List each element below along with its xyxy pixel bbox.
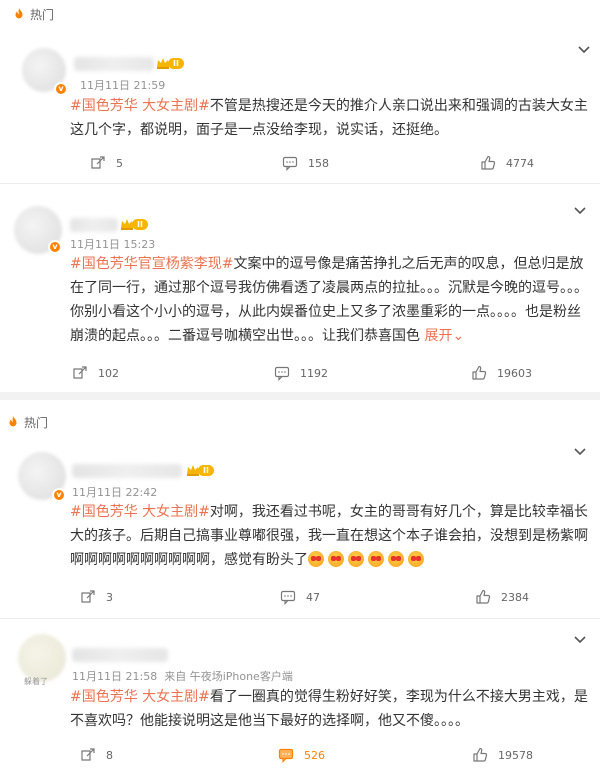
hot-header-label: 热门 [30, 7, 55, 22]
crown-icon: II [186, 463, 218, 477]
avatar-caption: 躲着了 [24, 677, 48, 686]
action-bar: 5 158 4774 [0, 153, 600, 173]
repost-count: 8 [106, 748, 113, 762]
hot-header-label: 热门 [24, 415, 49, 430]
divider [0, 183, 600, 184]
comment-icon [278, 747, 294, 763]
like-icon [472, 747, 488, 763]
heart-eyes-emoji [408, 551, 424, 567]
topic-tag[interactable]: #国色芳华官宣杨紫李现# [70, 256, 233, 272]
client-source: 来自 午夜场iPhone客户端 [164, 670, 293, 683]
heart-eyes-emoji [368, 551, 384, 567]
like-button[interactable]: 2384 [475, 587, 529, 607]
comment-text: #国色芳华 大女主剧#看了一圈真的觉得生粉好好笑，李现为什么不接大男主戏，是不喜… [70, 685, 590, 733]
level-badge: II [132, 218, 148, 230]
level-badge: II [198, 464, 214, 476]
like-icon [480, 155, 496, 171]
username[interactable] [70, 218, 118, 232]
heart-eyes-emoji [328, 551, 344, 567]
timestamp: 11月11日 22:42 [72, 486, 158, 499]
topic-tag[interactable]: #国色芳华 大女主剧# [70, 689, 210, 705]
chevron-down-icon[interactable] [577, 42, 591, 56]
flame-icon [6, 415, 20, 429]
repost-count: 5 [116, 156, 123, 170]
comment-count: 1192 [300, 366, 328, 380]
comment-icon [282, 155, 298, 171]
comment-icon [274, 365, 290, 381]
repost-icon [80, 589, 96, 605]
verified-badge-icon: v [48, 240, 62, 254]
comment-button[interactable]: 1192 [274, 363, 328, 383]
chevron-down-icon[interactable] [573, 203, 587, 217]
comment-count: 158 [308, 156, 329, 170]
like-button[interactable]: 19603 [471, 363, 532, 383]
repost-count: 102 [98, 366, 119, 380]
chevron-down-icon[interactable] [573, 444, 587, 458]
level-badge: II [168, 57, 184, 69]
like-button[interactable]: 19578 [472, 745, 533, 765]
like-button[interactable]: 4774 [480, 153, 534, 173]
comment-button[interactable]: 526 [278, 745, 325, 765]
comment-button[interactable]: 47 [280, 587, 320, 607]
divider [0, 618, 600, 619]
action-bar: 8 526 19578 [0, 745, 600, 765]
emoji-group [308, 551, 428, 568]
username[interactable] [72, 648, 168, 662]
repost-icon [72, 365, 88, 381]
action-bar: 102 1192 19603 [0, 363, 600, 383]
repost-icon [80, 747, 96, 763]
comment-icon [280, 589, 296, 605]
expand-link[interactable]: 展开⌄ [424, 328, 464, 344]
like-icon [475, 589, 491, 605]
verified-badge-icon: v [54, 82, 68, 96]
repost-button[interactable]: 5 [90, 153, 123, 173]
topic-tag[interactable]: #国色芳华 大女主剧# [70, 98, 210, 114]
like-count: 19578 [498, 748, 533, 762]
hot-header: 热门 [6, 412, 48, 432]
hot-header: 热门 [12, 4, 54, 24]
comment-count: 47 [306, 590, 320, 604]
repost-icon [90, 155, 106, 171]
heart-eyes-emoji [388, 551, 404, 567]
crown-icon: II [120, 217, 152, 231]
flame-icon [12, 7, 26, 21]
like-count: 4774 [506, 156, 534, 170]
timestamp: 11月11日 15:23 [70, 238, 156, 251]
username[interactable] [74, 57, 154, 71]
username[interactable] [72, 464, 182, 478]
action-bar: 3 47 2384 [0, 587, 600, 607]
topic-tag[interactable]: #国色芳华 大女主剧# [70, 504, 210, 520]
like-icon [471, 365, 487, 381]
timestamp: 11月11日 21:58 来自 午夜场iPhone客户端 [72, 670, 293, 683]
heart-eyes-emoji [348, 551, 364, 567]
crown-icon: II [156, 56, 188, 70]
like-count: 2384 [501, 590, 529, 604]
comment-count: 526 [304, 748, 325, 762]
verified-badge-icon: v [52, 488, 66, 502]
timestamp: 11月11日 21:59 [80, 79, 166, 92]
repost-button[interactable]: 102 [72, 363, 119, 383]
heart-eyes-emoji [308, 551, 324, 567]
repost-button[interactable]: 3 [80, 587, 113, 607]
repost-count: 3 [106, 590, 113, 604]
comment-button[interactable]: 158 [282, 153, 329, 173]
comment-text: #国色芳华 大女主剧#不管是热搜还是今天的推介人亲口说出来和强调的古装大女主这几… [70, 94, 590, 142]
comment-text: #国色芳华 大女主剧#对啊，我还看过书呢，女主的哥哥有好几个，算是比较幸福长大的… [70, 500, 590, 572]
avatar[interactable] [18, 634, 66, 682]
like-count: 19603 [497, 366, 532, 380]
chevron-down-icon[interactable] [573, 632, 587, 646]
repost-button[interactable]: 8 [80, 745, 113, 765]
comment-text: #国色芳华官宣杨紫李现#文案中的逗号像是痛苦挣扎之后无声的叹息，但总归是放在了同… [70, 252, 590, 348]
section-separator [0, 392, 600, 400]
